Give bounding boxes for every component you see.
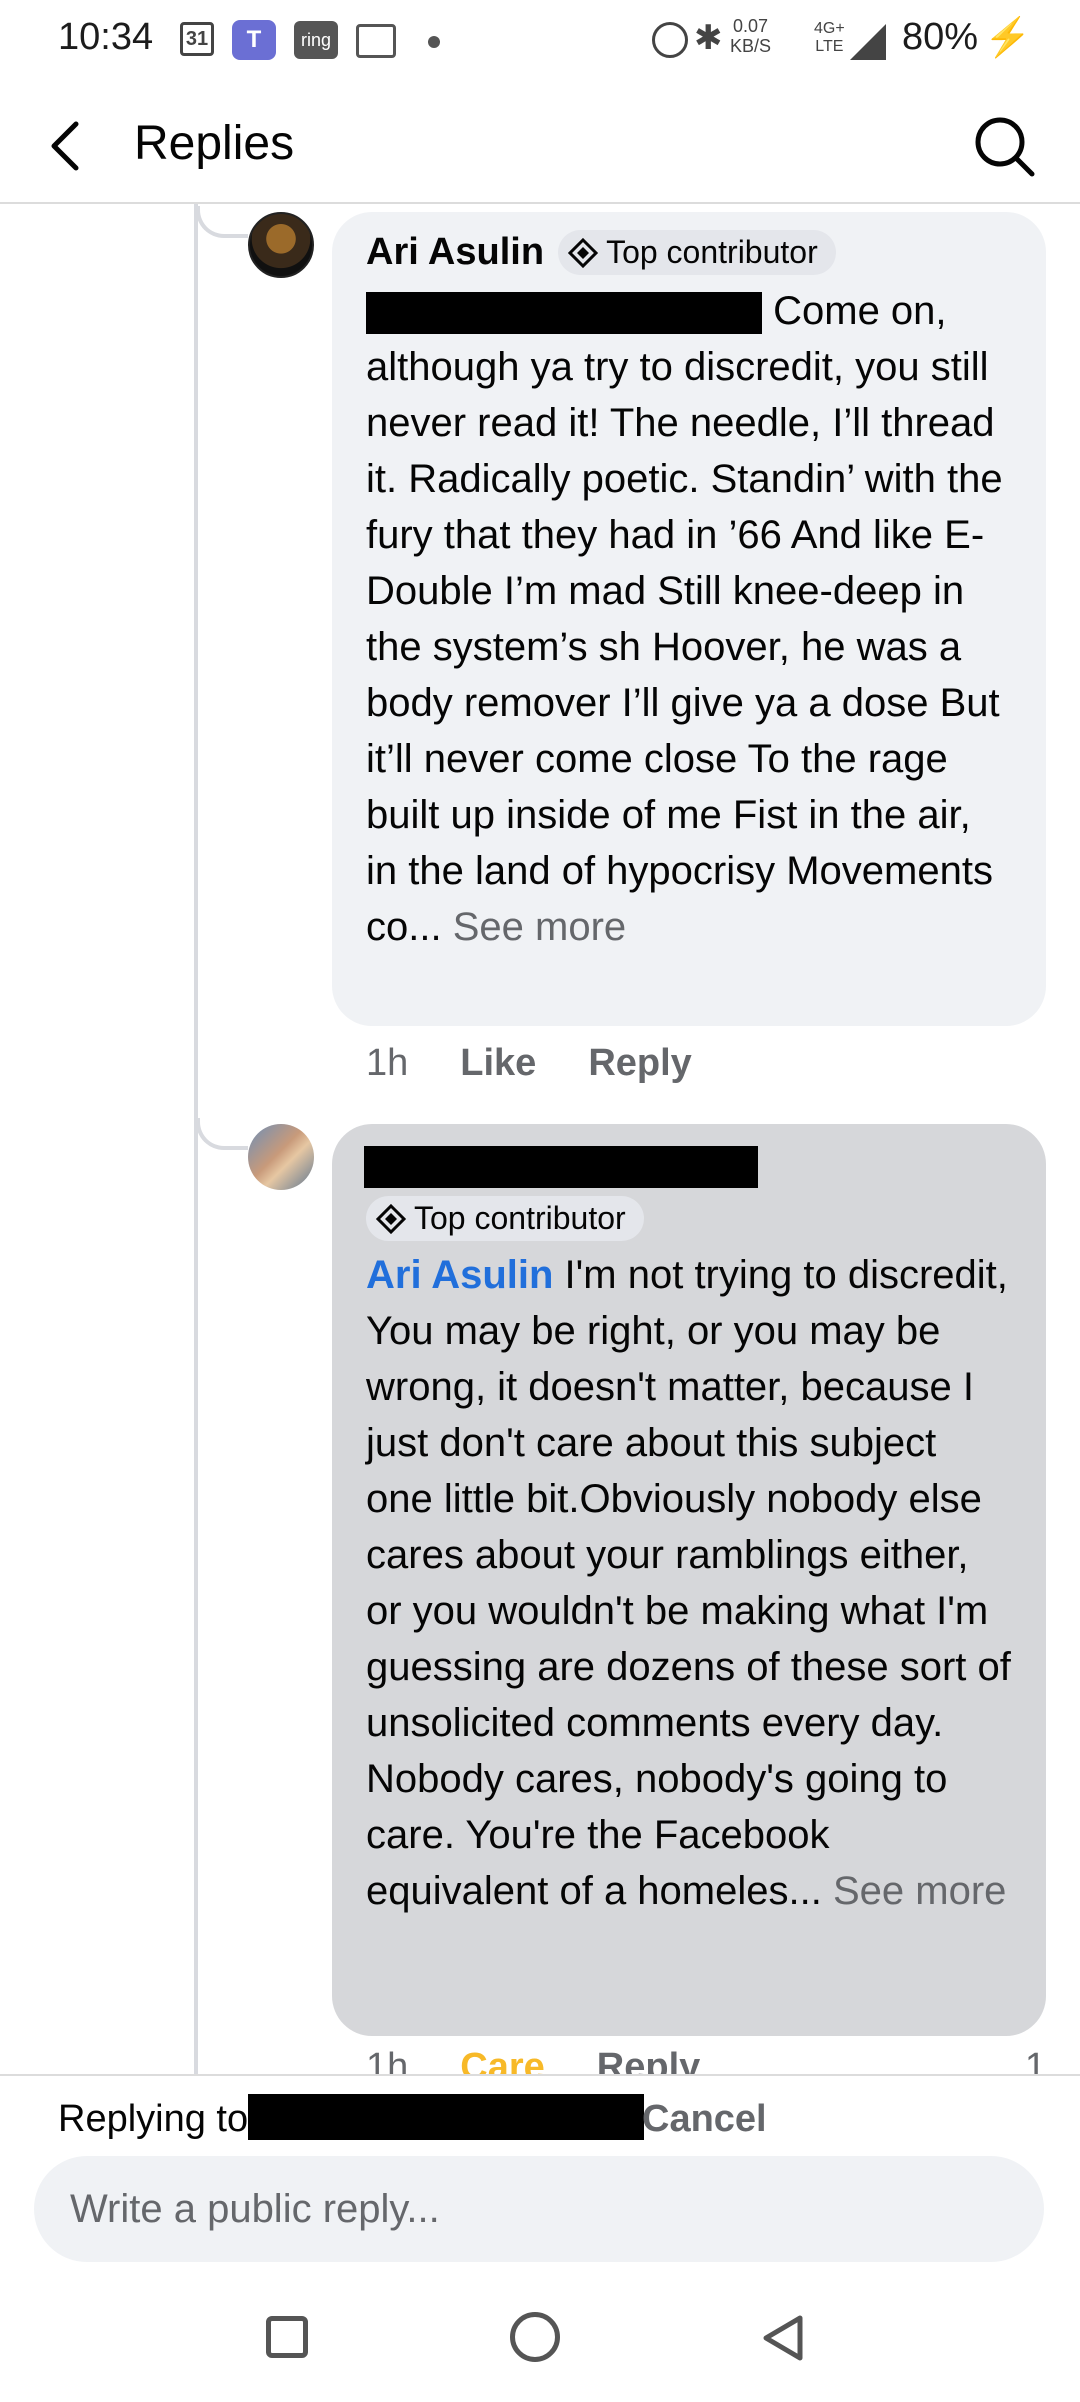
comment-text: Ari Asulin I'm not trying to discredit, …: [366, 1247, 1012, 1919]
nav-back-button[interactable]: [758, 2312, 810, 2364]
reaction-count: 1: [1024, 2046, 1046, 2074]
avatar[interactable]: [248, 212, 314, 278]
top-contributor-badge[interactable]: Top contributor: [366, 1196, 644, 1241]
replying-to-label: Replying to: [58, 2098, 249, 2140]
network-speed: 0.07 KB/S: [730, 16, 771, 56]
redacted-reply-target: [248, 2094, 644, 2140]
top-contributor-badge[interactable]: Top contributor: [558, 230, 836, 275]
comment-actions: 1h Like Reply: [366, 1042, 692, 1085]
status-bar: 10:34 31 T ring ✱ 0.07 KB/S 4G+ LTE 80% …: [0, 0, 1080, 80]
charging-icon: ⚡: [984, 17, 1032, 59]
care-reaction-button[interactable]: Care: [460, 2046, 545, 2074]
thread-line: [194, 204, 198, 2074]
badge-label: Top contributor: [606, 234, 818, 270]
comment-text: Come on, although ya try to discredit, y…: [366, 283, 1012, 955]
page-title: Replies: [134, 117, 295, 170]
comment-time: 1h: [366, 2046, 409, 2074]
network-speed-unit: KB/S: [730, 36, 772, 56]
thread-branch: [196, 1118, 248, 1150]
network-type: 4G+ LTE: [814, 20, 845, 56]
comment-body: I'm not trying to discredit, You may be …: [366, 1253, 1011, 1913]
screen-share-icon: [356, 24, 396, 58]
status-time: 10:34: [58, 16, 154, 58]
network-speed-value: 0.07: [732, 16, 769, 36]
thread-branch: [196, 206, 248, 238]
signal-icon: [850, 24, 886, 60]
header: Replies: [0, 90, 1080, 204]
notification-dot-icon: [428, 36, 440, 48]
comment-header: Ari Asulin Top contributor: [366, 230, 1012, 275]
chevron-left-icon: [51, 121, 79, 171]
reply-button[interactable]: Reply: [588, 1042, 691, 1085]
top-contributor-icon: [376, 1203, 406, 1234]
badge-label: Top contributor: [414, 1200, 626, 1236]
search-icon: [975, 117, 1035, 177]
network-type-top: 4G+: [814, 20, 845, 37]
avatar[interactable]: [248, 1124, 314, 1190]
home-button[interactable]: [510, 2312, 560, 2362]
comment-bubble: Ari Asulin Top contributor Come on, alth…: [332, 212, 1046, 1026]
redacted-author: [364, 1146, 758, 1188]
comment-time: 1h: [366, 1042, 409, 1084]
battery-level: 80%: [902, 16, 979, 58]
triangle-back-icon: [763, 2315, 803, 2361]
bluetooth-icon: ✱: [694, 19, 723, 57]
cancel-button[interactable]: Cancel: [642, 2098, 767, 2141]
top-contributor-icon: [568, 237, 599, 268]
comment-actions: 1h Care Reply 1: [366, 2046, 1046, 2074]
back-button[interactable]: [36, 114, 96, 178]
mention-link[interactable]: Ari Asulin: [366, 1253, 553, 1297]
comment-bubble: Top contributor Ari Asulin I'm not tryin…: [332, 1124, 1046, 2036]
network-type-bottom: LTE: [815, 38, 844, 55]
search-button[interactable]: [970, 112, 1038, 180]
calendar-icon: 31: [180, 22, 214, 56]
comment-author[interactable]: Ari Asulin: [366, 231, 544, 274]
recents-button[interactable]: [266, 2316, 308, 2358]
redacted-mention: [366, 292, 762, 335]
see-more-link[interactable]: See more: [833, 1869, 1006, 1913]
comment-body: Come on, although ya try to discredit, y…: [366, 289, 1003, 949]
see-more-link[interactable]: See more: [453, 905, 626, 949]
alarm-icon: [652, 22, 688, 58]
teams-icon: T: [232, 20, 276, 60]
reply-button[interactable]: Reply: [597, 2046, 700, 2074]
ring-icon: ring: [294, 21, 338, 59]
like-button[interactable]: Like: [460, 1042, 536, 1085]
reply-input[interactable]: [34, 2156, 1044, 2262]
